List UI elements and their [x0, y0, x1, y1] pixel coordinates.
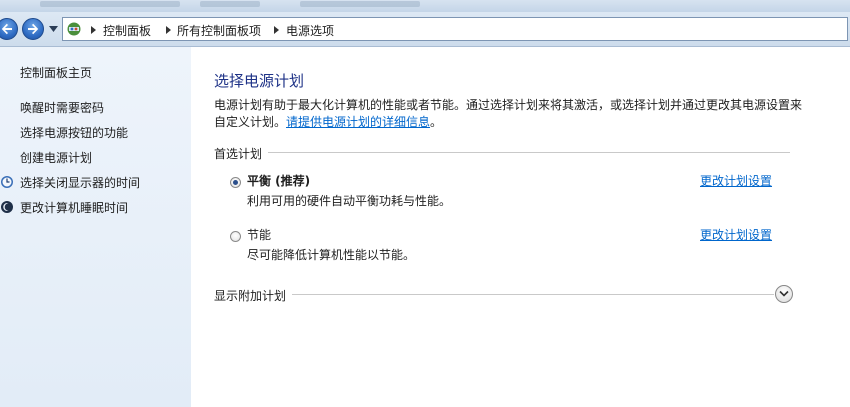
breadcrumb-all-items[interactable]: 所有控制面板项 [177, 22, 261, 39]
breadcrumb-separator-icon[interactable] [91, 26, 96, 34]
control-panel-icon [67, 22, 81, 36]
power-saver-plan-name[interactable]: 节能 [247, 226, 271, 243]
sidebar-item-create-plan[interactable]: 创建电源计划 [20, 149, 92, 166]
page-title: 选择电源计划 [214, 72, 305, 90]
forward-button[interactable] [22, 18, 44, 40]
navigation-bar: 控制面板 所有控制面板项 电源选项 [0, 12, 850, 47]
section-divider [214, 152, 790, 153]
breadcrumb-separator-icon[interactable] [166, 26, 171, 34]
radio-selected-dot [233, 180, 238, 185]
sidebar-item-sleep-time[interactable]: 更改计算机睡眠时间 [20, 199, 128, 216]
page-description: 电源计划有助于最大化计算机的性能或者节能。通过选择计划来将其激活，或选择计划并通… [214, 97, 804, 131]
forward-arrow-icon [28, 23, 39, 35]
balanced-change-settings-link[interactable]: 更改计划设置 [700, 172, 772, 189]
back-button[interactable] [0, 18, 18, 40]
monitor-clock-icon [1, 176, 13, 188]
back-arrow-icon [1, 23, 12, 35]
breadcrumb-power-options[interactable]: 电源选项 [286, 22, 334, 39]
sidebar-home-link[interactable]: 控制面板主页 [20, 64, 92, 81]
sidebar-item-wake-password[interactable]: 唤醒时需要密码 [20, 99, 104, 116]
additional-plans-heading[interactable]: 显示附加计划 [214, 287, 293, 304]
power-saver-change-settings-link[interactable]: 更改计划设置 [700, 226, 772, 243]
power-saver-plan-radio[interactable] [230, 231, 241, 242]
breadcrumb-separator-icon[interactable] [274, 26, 279, 34]
expand-additional-plans-button[interactable] [775, 285, 793, 303]
sidebar-item-power-buttons[interactable]: 选择电源按钮的功能 [20, 124, 128, 141]
recent-pages-dropdown-icon[interactable] [49, 26, 58, 32]
sidebar: 控制面板主页 唤醒时需要密码 选择电源按钮的功能 创建电源计划 选择关闭显示器的… [0, 47, 191, 407]
address-bar[interactable]: 控制面板 所有控制面板项 电源选项 [62, 17, 848, 41]
balanced-plan-description: 利用可用的硬件自动平衡功耗与性能。 [247, 194, 452, 208]
window-title-strip [0, 0, 850, 12]
description-end: 。 [430, 115, 443, 129]
section-divider [214, 294, 774, 295]
balanced-plan-name[interactable]: 平衡 (推荐) [247, 172, 310, 189]
power-saver-plan-description: 尽可能降低计算机性能以节能。 [247, 248, 416, 262]
chevron-down-icon [779, 290, 789, 297]
preferred-plans-heading: 首选计划 [214, 145, 269, 162]
sidebar-item-display-off[interactable]: 选择关闭显示器的时间 [20, 174, 140, 191]
plan-details-link[interactable]: 请提供电源计划的详细信息 [286, 115, 430, 129]
breadcrumb-control-panel[interactable]: 控制面板 [103, 22, 151, 39]
moon-icon [1, 201, 13, 213]
balanced-plan-radio[interactable] [230, 177, 241, 188]
